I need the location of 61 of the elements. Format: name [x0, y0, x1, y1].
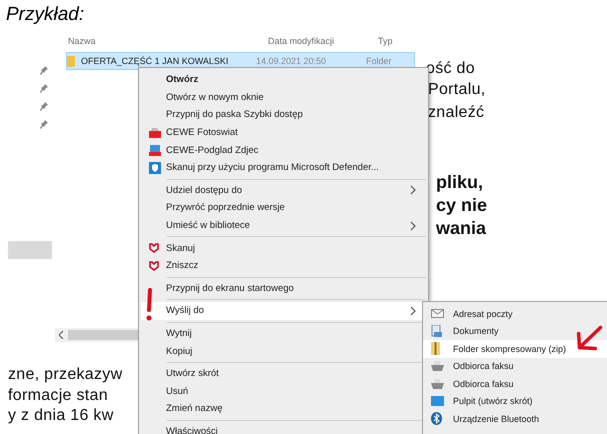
- shield-icon: [149, 243, 159, 254]
- shield-icon: [149, 162, 161, 174]
- menu-item[interactable]: Otwórz w nowym oknie: [141, 88, 426, 106]
- menu-item[interactable]: Przypnij do ekranu startowego: [141, 280, 426, 298]
- pin-icon: [40, 84, 48, 94]
- folder-icon: [67, 56, 75, 66]
- document-text-fragment: y z dnia 16 kw: [8, 407, 114, 425]
- menu-item[interactable]: Utwórz skrót: [141, 364, 426, 382]
- menu-item[interactable]: Skanuj przy użyciu programu Microsoft Defender...: [141, 158, 426, 177]
- printer-icon: [149, 127, 161, 138]
- menu-item[interactable]: Zniszcz: [141, 256, 426, 275]
- document-text-fragment: cy nie: [436, 195, 488, 216]
- scroll-left-icon[interactable]: [59, 331, 64, 339]
- document-text-fragment: formacje stan: [8, 387, 108, 405]
- fax-icon: [431, 378, 444, 389]
- column-header[interactable]: Data modyfikacji: [268, 36, 378, 52]
- fax-icon: [431, 361, 444, 372]
- monitor-icon: [149, 144, 161, 156]
- menu-item[interactable]: Folder skompresowany (zip): [423, 340, 607, 358]
- document-text-fragment: znaleźć: [428, 104, 484, 122]
- document-text-fragment: wania: [436, 218, 486, 239]
- envelope-icon: [431, 309, 444, 318]
- menu-item[interactable]: Adresat poczty: [423, 305, 607, 322]
- scrollbar-thumb: [8, 241, 52, 259]
- menu-item[interactable]: Usuń: [141, 382, 426, 400]
- menu-item[interactable]: Zmień nazwę: [141, 400, 426, 418]
- document-text-fragment: Portalu,: [428, 81, 486, 99]
- pin-icon: [40, 102, 48, 112]
- menu-item[interactable]: Udziel dostępu do: [141, 182, 426, 200]
- menu-item[interactable]: Umieść w bibliotece: [141, 216, 426, 234]
- menu-item[interactable]: Urządzenie Bluetooth: [423, 410, 607, 428]
- pin-icon: [40, 66, 48, 76]
- menu-item[interactable]: CEWE-Podglad Zdjec: [141, 141, 426, 159]
- zip-folder-icon: [431, 342, 440, 356]
- menu-item[interactable]: Dokumenty: [423, 322, 607, 340]
- column-header[interactable]: Typ: [378, 36, 428, 52]
- menu-item[interactable]: Otwórz: [141, 71, 426, 89]
- menu-item[interactable]: Wytnij: [141, 324, 426, 342]
- menu-item[interactable]: Odbiorca faksu: [423, 375, 607, 392]
- document-text-fragment: zne, przekazyw: [8, 366, 122, 384]
- arrow-drawing: [576, 324, 604, 352]
- menu-item[interactable]: Przywróć poprzednie wersje: [141, 199, 426, 217]
- pin-icon: [40, 120, 48, 130]
- menu-item[interactable]: CEWE Fotoswiat: [141, 124, 426, 142]
- menu-item[interactable]: Pulpit (utwórz skrót): [423, 392, 607, 410]
- document-text-fragment: pliku,: [436, 172, 484, 193]
- menu-item[interactable]: Skanuj: [141, 239, 426, 257]
- shield-icon: [149, 260, 159, 271]
- menu-item[interactable]: Przypnij do paska Szybki dostęp: [141, 106, 426, 124]
- document-icon: [431, 325, 442, 338]
- example-heading: Przykład:: [6, 4, 84, 26]
- bluetooth-icon: [431, 412, 442, 426]
- menu-item[interactable]: Właściwości: [141, 422, 426, 434]
- desktop-icon: [431, 396, 444, 406]
- column-header[interactable]: Nazwa: [68, 36, 268, 52]
- menu-item[interactable]: Kopiuj: [141, 342, 426, 360]
- file-date: 14.09.2021 20:50: [256, 56, 328, 66]
- file-type: Folder: [366, 56, 393, 66]
- file-name: OFERTA_CZĘŚĆ 1 JAN KOWALSKI: [81, 56, 230, 66]
- exclamation-mark-drawing: [145, 288, 155, 322]
- menu-item[interactable]: Odbiorca faksu: [423, 358, 607, 375]
